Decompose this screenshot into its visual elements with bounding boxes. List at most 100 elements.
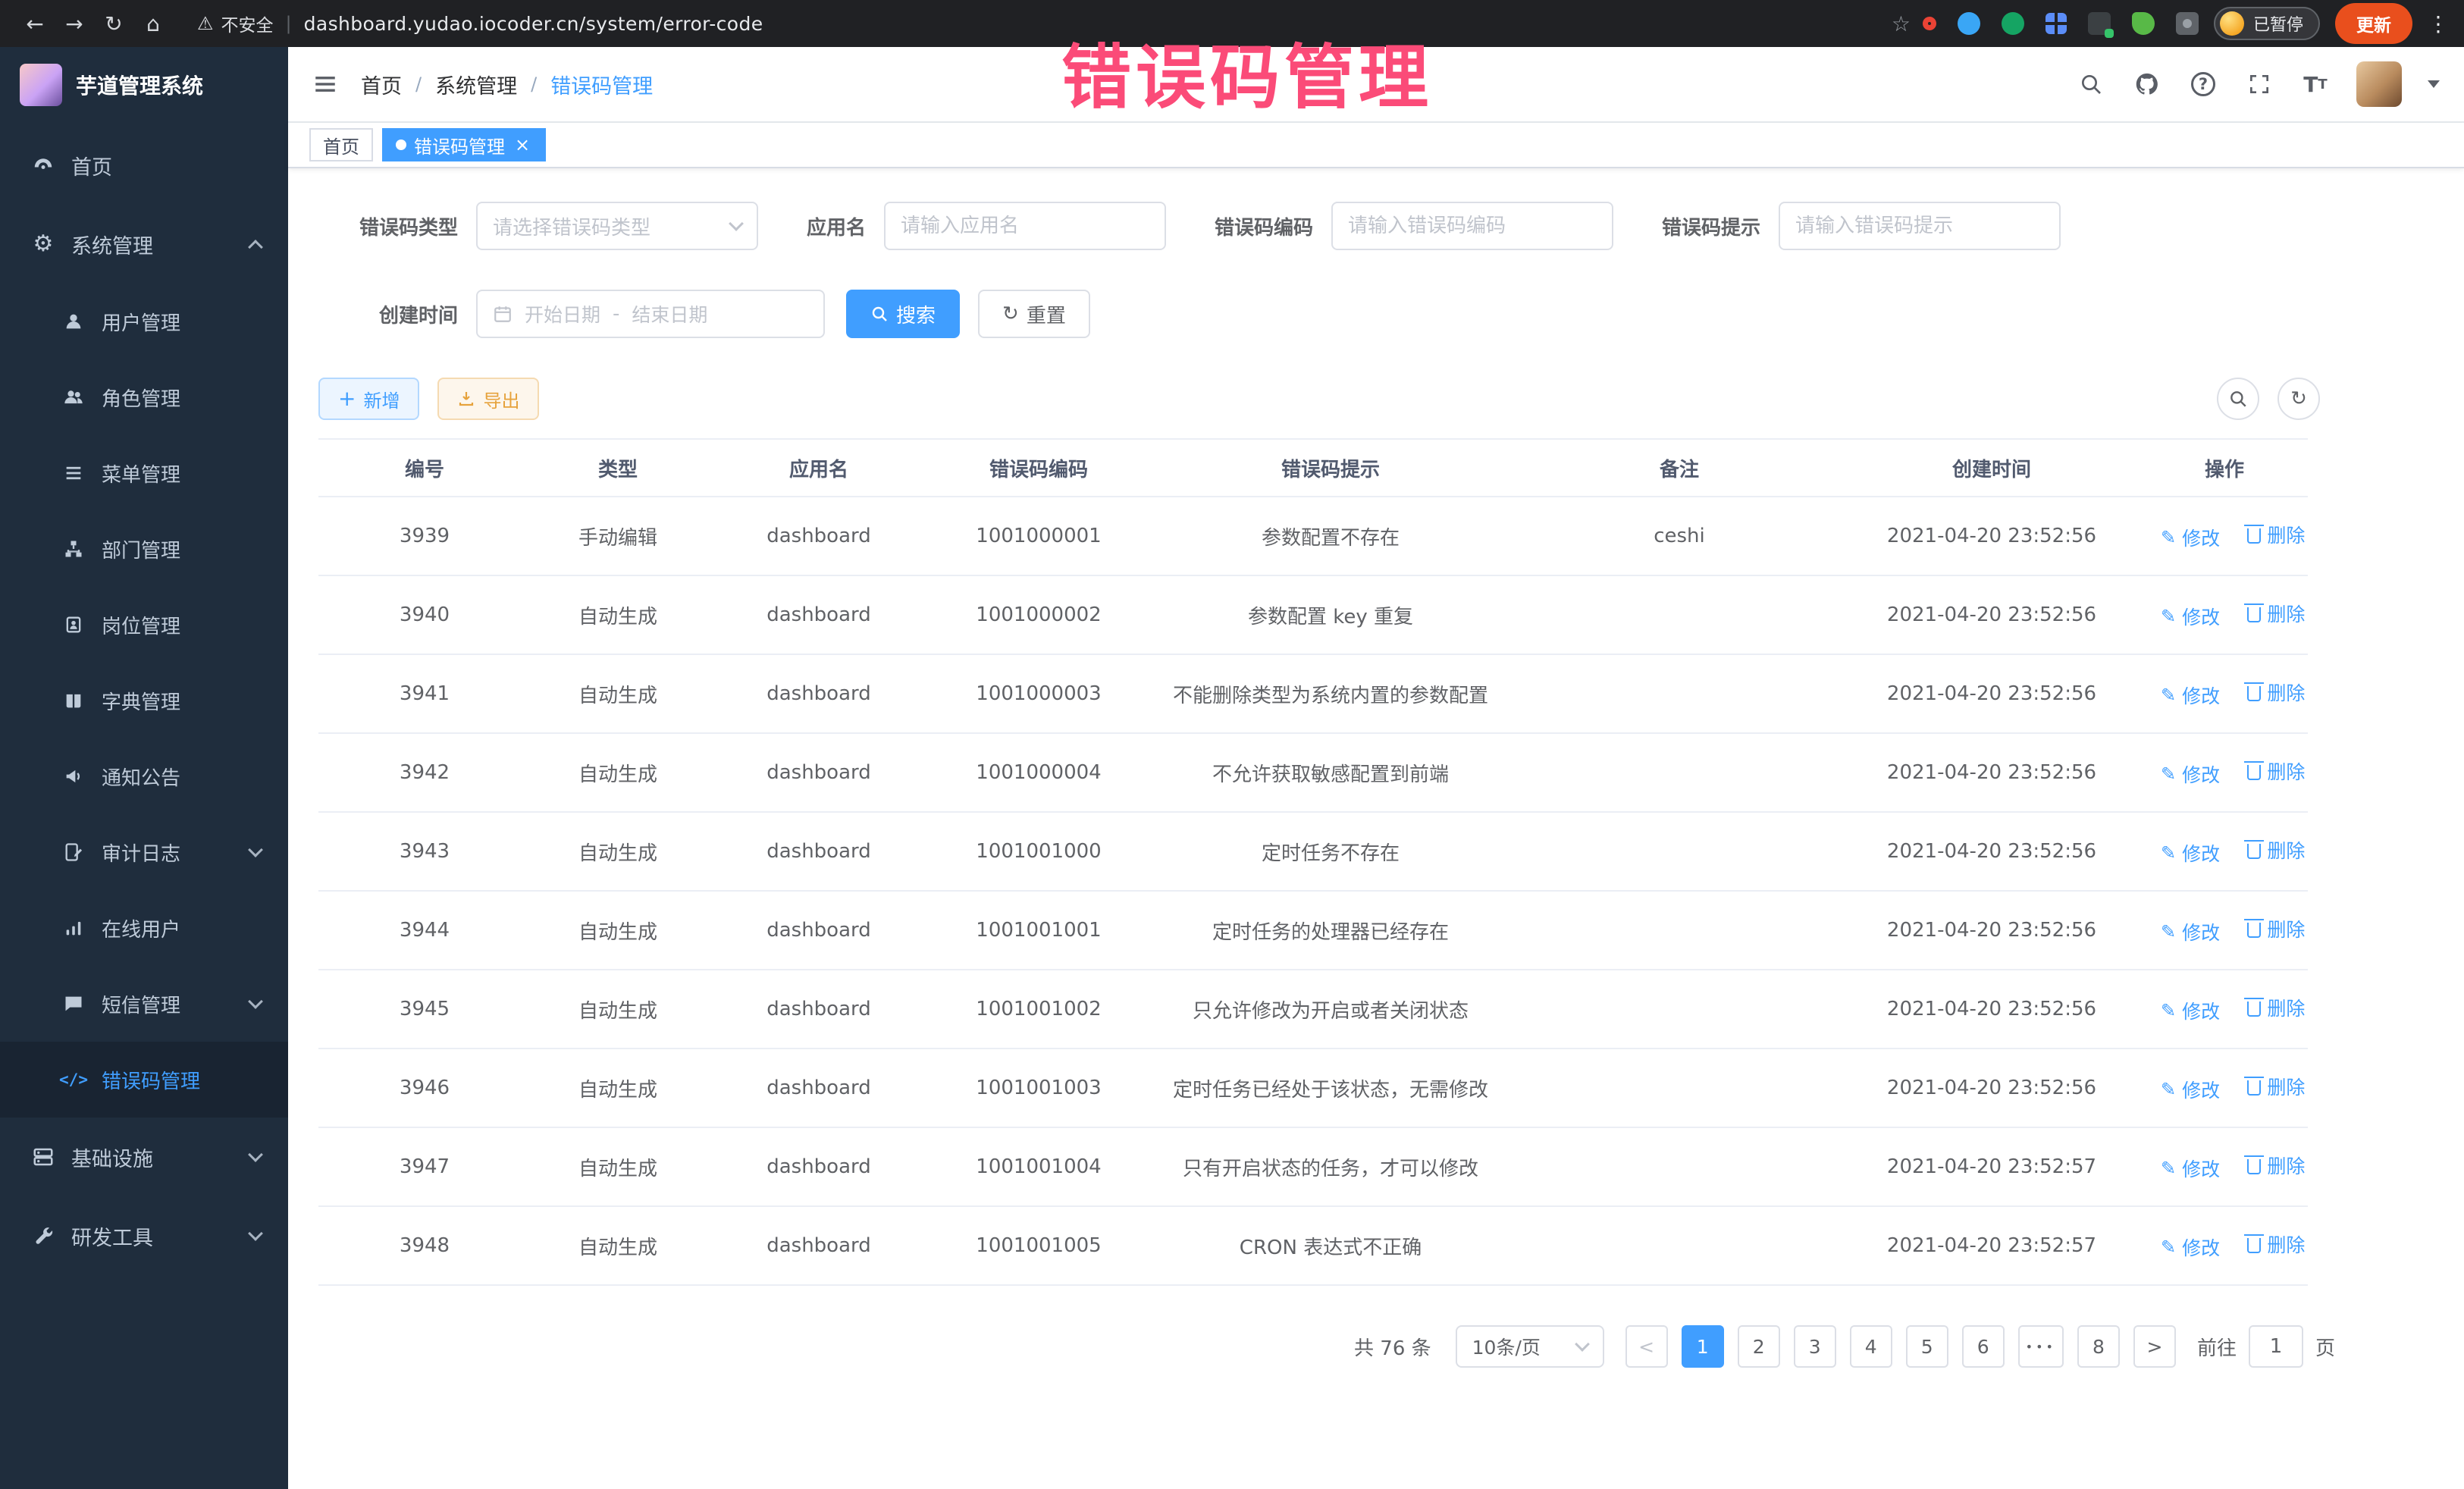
delete-button[interactable]: 删除 xyxy=(2247,915,2305,942)
next-page-button[interactable]: > xyxy=(2133,1325,2176,1368)
sidebar-item-users[interactable]: 用户管理 xyxy=(0,284,288,359)
sidebar-item-sms[interactable]: 短信管理 xyxy=(0,966,288,1042)
error-code-input[interactable] xyxy=(1333,203,1612,249)
delete-button[interactable]: 删除 xyxy=(2247,679,2305,706)
edit-button[interactable]: ✎修改 xyxy=(2161,839,2220,867)
app-logo[interactable]: 芋道管理系统 xyxy=(0,47,288,123)
sidebar-item-home[interactable]: 首页 xyxy=(0,126,288,205)
delete-button[interactable]: 删除 xyxy=(2247,1073,2305,1100)
extension-icon[interactable] xyxy=(2176,12,2199,35)
column-header: 错误码编码 xyxy=(933,439,1145,497)
sidebar-menu: 首页 ⚙ 系统管理 用户管理 角色管理 xyxy=(0,123,288,1275)
search-icon[interactable] xyxy=(2076,69,2106,99)
menu-fold-icon[interactable] xyxy=(312,71,338,97)
page-button[interactable]: 4 xyxy=(1850,1325,1892,1368)
extension-icon[interactable] xyxy=(2045,13,2067,34)
page-button[interactable]: 8 xyxy=(2077,1325,2120,1368)
browser-menu-icon[interactable]: ⋮ xyxy=(2428,11,2449,36)
cell-actions: ✎修改 删除 xyxy=(2141,1127,2308,1206)
sidebar-item-system[interactable]: ⚙ 系统管理 xyxy=(0,205,288,284)
delete-button[interactable]: 删除 xyxy=(2247,757,2305,785)
sidebar-item-audit-log[interactable]: 审计日志 xyxy=(0,814,288,890)
search-button[interactable]: 搜索 xyxy=(846,290,960,338)
app-name-input[interactable] xyxy=(886,203,1165,249)
tab-error-code[interactable]: 错误码管理 × xyxy=(382,128,546,161)
sidebar-item-departments[interactable]: 部门管理 xyxy=(0,511,288,587)
breadcrumb-item[interactable]: 系统管理 xyxy=(435,70,517,99)
extension-icon[interactable] xyxy=(2002,12,2024,35)
page-button[interactable]: 2 xyxy=(1738,1325,1780,1368)
sidebar-item-dictionary[interactable]: 字典管理 xyxy=(0,663,288,738)
extension-icon[interactable] xyxy=(1923,17,1936,30)
more-pages-icon[interactable]: ••• xyxy=(2018,1325,2064,1368)
cell-memo xyxy=(1516,812,1842,891)
delete-button[interactable]: 删除 xyxy=(2247,521,2305,548)
font-size-icon[interactable]: TT xyxy=(2300,69,2331,99)
page-button[interactable]: 1 xyxy=(1682,1325,1724,1368)
date-range-picker[interactable]: 开始日期 - 结束日期 xyxy=(476,290,825,338)
sidebar-item-menus[interactable]: 菜单管理 xyxy=(0,435,288,511)
delete-button[interactable]: 删除 xyxy=(2247,600,2305,627)
page-size-select[interactable]: 10条/页 xyxy=(1456,1325,1604,1368)
refresh-button[interactable]: ↻ xyxy=(2277,378,2320,420)
goto-unit-label: 页 xyxy=(2315,1333,2335,1361)
address-bar[interactable]: dashboard.yudao.iocoder.cn/system/error-… xyxy=(304,13,763,35)
sidebar-item-roles[interactable]: 角色管理 xyxy=(0,359,288,435)
delete-button[interactable]: 删除 xyxy=(2247,836,2305,864)
edit-button[interactable]: ✎修改 xyxy=(2161,1155,2220,1182)
avatar[interactable] xyxy=(2356,61,2402,107)
github-icon[interactable] xyxy=(2132,69,2162,99)
delete-button[interactable]: 删除 xyxy=(2247,994,2305,1021)
forward-icon[interactable]: → xyxy=(55,11,94,36)
reset-button[interactable]: ↻ 重置 xyxy=(978,290,1090,338)
pager: < 1 2 3 4 5 6 ••• 8 > xyxy=(1625,1325,2176,1368)
delete-button[interactable]: 删除 xyxy=(2247,1152,2305,1179)
add-button[interactable]: + 新增 xyxy=(318,378,419,420)
page-button[interactable]: 3 xyxy=(1794,1325,1836,1368)
sidebar-item-devtools[interactable]: 研发工具 xyxy=(0,1196,288,1275)
export-button[interactable]: 导出 xyxy=(437,378,539,420)
edit-button[interactable]: ✎修改 xyxy=(2161,1076,2220,1103)
edit-button[interactable]: ✎修改 xyxy=(2161,760,2220,788)
edit-button[interactable]: ✎修改 xyxy=(2161,603,2220,630)
tab-home[interactable]: 首页 xyxy=(309,128,373,161)
help-icon[interactable]: ? xyxy=(2188,69,2218,99)
sidebar-item-error-code[interactable]: </> 错误码管理 xyxy=(0,1042,288,1118)
profile-paused-badge[interactable]: 已暂停 xyxy=(2214,7,2320,40)
goto-page-input[interactable] xyxy=(2249,1325,2303,1368)
error-code-label: 错误码编码 xyxy=(1215,212,1331,240)
extension-icon[interactable] xyxy=(1958,12,1980,35)
chevron-down-icon xyxy=(729,216,744,231)
edit-button[interactable]: ✎修改 xyxy=(2161,918,2220,945)
fullscreen-icon[interactable] xyxy=(2244,69,2274,99)
edit-button[interactable]: ✎修改 xyxy=(2161,524,2220,551)
page-button[interactable]: 6 xyxy=(1962,1325,2005,1368)
cell-type: 自动生成 xyxy=(531,1127,705,1206)
home-icon[interactable]: ⌂ xyxy=(133,11,173,36)
cell-id: 3940 xyxy=(318,575,531,654)
caret-down-icon[interactable] xyxy=(2428,80,2440,88)
sidebar-item-infrastructure[interactable]: 基础设施 xyxy=(0,1118,288,1196)
edit-button[interactable]: ✎修改 xyxy=(2161,997,2220,1024)
bookmark-star-icon[interactable]: ☆ xyxy=(1892,11,1911,36)
browser-update-button[interactable]: 更新 xyxy=(2335,3,2412,44)
page-button[interactable]: 5 xyxy=(1906,1325,1948,1368)
edit-button[interactable]: ✎修改 xyxy=(2161,682,2220,709)
column-header: 创建时间 xyxy=(1842,439,2141,497)
edit-button[interactable]: ✎修改 xyxy=(2161,1234,2220,1261)
error-type-select[interactable]: 请选择错误码类型 xyxy=(476,202,758,250)
delete-button[interactable]: 删除 xyxy=(2247,1230,2305,1258)
prev-page-button[interactable]: < xyxy=(1625,1325,1668,1368)
reload-icon[interactable]: ↻ xyxy=(94,11,133,36)
breadcrumb-item[interactable]: 首页 xyxy=(361,70,402,99)
security-indicator[interactable]: ⚠ 不安全 xyxy=(197,11,274,36)
sidebar-item-announcements[interactable]: 通知公告 xyxy=(0,738,288,814)
extension-icon[interactable] xyxy=(2088,12,2111,35)
extension-icon[interactable] xyxy=(2132,12,2155,35)
toggle-search-button[interactable] xyxy=(2217,378,2259,420)
error-hint-input[interactable] xyxy=(1780,203,2059,249)
back-icon[interactable]: ← xyxy=(15,11,55,36)
sidebar-item-posts[interactable]: 岗位管理 xyxy=(0,587,288,663)
sidebar-item-online-users[interactable]: 在线用户 xyxy=(0,890,288,966)
close-icon[interactable]: × xyxy=(513,135,532,155)
